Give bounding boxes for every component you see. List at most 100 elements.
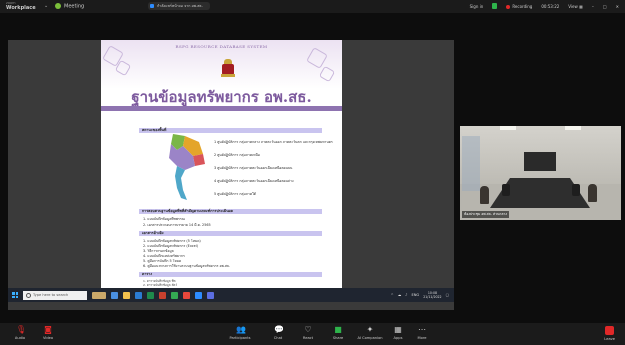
apps-label: Apps (393, 336, 403, 340)
link-line[interactable]: 2. เอกสารประกอบการบรรยาย 14 มี.ค. 2565 (143, 223, 211, 228)
room-window (462, 136, 480, 191)
zoom-icon[interactable] (195, 291, 202, 299)
word-icon[interactable] (135, 291, 142, 299)
video-label: Video (42, 336, 54, 340)
thailand-map[interactable] (159, 132, 209, 202)
chair (502, 184, 510, 196)
region-line-5[interactable]: 5 ศูนย์ปฏิบัติการ กลุ่มภาคใต้ (214, 192, 256, 197)
leave-label: Leave (604, 337, 615, 341)
chat-icon: 💬 (274, 325, 284, 334)
topbar-right: Sign in Recording 00:53:22 View ▦ – □ ✕ (470, 3, 619, 9)
title-band (101, 106, 342, 111)
screen-share-tab[interactable]: กำลังแชร์หน้าจอ จาก อพ.สธ. (148, 2, 210, 10)
meeting-timer: 00:53:22 (541, 3, 560, 9)
view-label: View (568, 3, 578, 9)
chair (572, 184, 580, 196)
chrome-icon[interactable] (183, 291, 190, 299)
camera-off-icon: ◙ (44, 325, 52, 334)
participant-video[interactable]: ห้องประชุม อพ.สธ. ส่วนกลาง (460, 126, 621, 220)
windows-taskbar: Type here to search ^ ☁ ♪ ENG 10:08 21/1… (8, 288, 454, 302)
shared-screen: RSPG RESOURCE DATABASE SYSTEM ฐานข้อมูลท… (8, 40, 454, 310)
hexagon-decoration (318, 65, 336, 83)
shared-document: RSPG RESOURCE DATABASE SYSTEM ฐานข้อมูลท… (101, 40, 342, 288)
share-screen-icon (150, 4, 154, 8)
more-icon: ⋯ (418, 325, 426, 334)
apps-button[interactable]: ▦ Apps (386, 325, 410, 341)
search-placeholder: Type here to search (33, 292, 69, 297)
cloud-icon[interactable]: ☁ (398, 293, 402, 297)
notification-icon[interactable]: ▢ (446, 293, 449, 297)
recording-indicator[interactable]: Recording (506, 4, 532, 9)
ai-companion-label: AI Companion (357, 336, 383, 340)
clock-date: 21/11/2022 (423, 295, 442, 299)
top-bar: zoom Workplace ⌄ Meeting กำลังแชร์หน้าจอ… (0, 0, 625, 13)
meeting-toolbar: 🎙 Audio ◙ Video 👥 Participants 💬 Chat ♡ React… (0, 323, 625, 345)
person (588, 184, 597, 202)
search-icon (26, 292, 31, 298)
room-screen (524, 152, 556, 171)
ceiling-light (565, 126, 581, 130)
news-widget-icon[interactable] (92, 291, 106, 299)
excel-icon[interactable] (147, 291, 154, 299)
ai-companion-button[interactable]: ✦ AI Companion (352, 325, 388, 341)
section-heading: ตาราง (139, 272, 322, 277)
section-heading: การสอบสวนฐานข้อมูลพืชที่สำคัญตามเกณฑ์การ… (139, 209, 322, 214)
heart-icon: ♡ (304, 325, 312, 334)
lang-indicator[interactable]: ENG (411, 293, 419, 297)
chevron-up-icon[interactable]: ^ (391, 293, 394, 297)
more-button[interactable]: ⋯ More (410, 325, 434, 341)
taskbar-search[interactable]: Type here to search (23, 290, 87, 300)
line-icon[interactable] (171, 291, 178, 299)
share-button[interactable]: ■ Share (326, 325, 350, 341)
brand-label: Workplace (6, 5, 36, 11)
windows-start-icon[interactable] (12, 292, 18, 298)
apps-icon: ▦ (394, 325, 402, 334)
share-screen-icon: ■ (334, 325, 342, 334)
meeting-label: Meeting (64, 3, 85, 10)
leave-button[interactable]: Leave (604, 326, 615, 341)
close-icon[interactable]: ✕ (616, 4, 619, 9)
meeting-icon (55, 3, 61, 9)
participants-icon: 👥 (236, 325, 246, 334)
region-line-4[interactable]: 4 ศูนย์ปฏิบัติการ กลุ่มภาคตะวันออกเฉียงเ… (214, 179, 294, 184)
microphone-muted-icon: 🎙 (16, 325, 27, 334)
video-button[interactable]: ◙ Video (36, 325, 60, 341)
link-line[interactable]: 1. แบบบันทึกข้อมูลพืชพรรณ (143, 217, 185, 222)
app-brand[interactable]: zoom Workplace (6, 1, 36, 11)
task-view-icon[interactable] (111, 291, 118, 299)
region-line-3[interactable]: 3 ศูนย์ปฏิบัติการ กลุ่มภาคตะวันออกเฉียงเ… (214, 166, 292, 171)
share-label: Share (332, 336, 344, 340)
link-line[interactable]: 6. คู่มือแนวทางการใช้งานระบบฐานข้อมูลทรั… (143, 264, 230, 269)
react-label: React (302, 336, 314, 340)
teams-icon[interactable] (207, 291, 214, 299)
chat-label: Chat (273, 336, 283, 340)
meeting-tab[interactable]: Meeting (55, 3, 84, 10)
share-tab-label: กำลังแชร์หน้าจอ จาก อพ.สธ. (157, 4, 203, 8)
powerpoint-icon[interactable] (159, 291, 166, 299)
view-button[interactable]: View ▦ (568, 4, 583, 9)
taskbar-clock[interactable]: 10:08 21/11/2022 (423, 291, 441, 299)
system-title: RSPG RESOURCE DATABASE SYSTEM (175, 44, 268, 49)
sparkle-icon: ✦ (366, 325, 374, 334)
region-line-2[interactable]: 2 ศูนย์ปฏิบัติการ กลุ่มภาคเหนือ (214, 153, 260, 158)
participant-name: ห้องประชุม อพ.สธ. ส่วนกลาง (462, 211, 509, 218)
participants-button[interactable]: 👥 Participants (228, 325, 252, 341)
audio-button[interactable]: 🎙 Audio (8, 325, 32, 341)
document-header: RSPG RESOURCE DATABASE SYSTEM ฐานข้อมูลท… (101, 40, 342, 110)
chevron-down-icon[interactable]: ⌄ (44, 3, 48, 9)
minimize-icon[interactable]: – (592, 4, 594, 9)
file-explorer-icon[interactable] (123, 291, 130, 299)
chat-button[interactable]: 💬 Chat (266, 325, 290, 341)
section-heading: เอกสารอ้างอิง (139, 231, 322, 236)
person (480, 186, 489, 204)
shield-icon[interactable] (492, 3, 498, 9)
sign-in-link[interactable]: Sign in (470, 4, 484, 9)
recording-label: Recording (512, 3, 533, 9)
volume-icon[interactable]: ♪ (405, 293, 407, 297)
system-tray: ^ ☁ ♪ ENG 10:08 21/11/2022 ▢ (391, 291, 449, 299)
maximize-icon[interactable]: □ (603, 4, 607, 9)
react-button[interactable]: ♡ React (296, 325, 320, 341)
region-line-1[interactable]: 1 ศูนย์ปฏิบัติการ กลุ่มภาคกลาง ภาคตะวันอ… (214, 140, 333, 145)
more-label: More (417, 336, 427, 340)
ceiling-light (500, 126, 516, 130)
